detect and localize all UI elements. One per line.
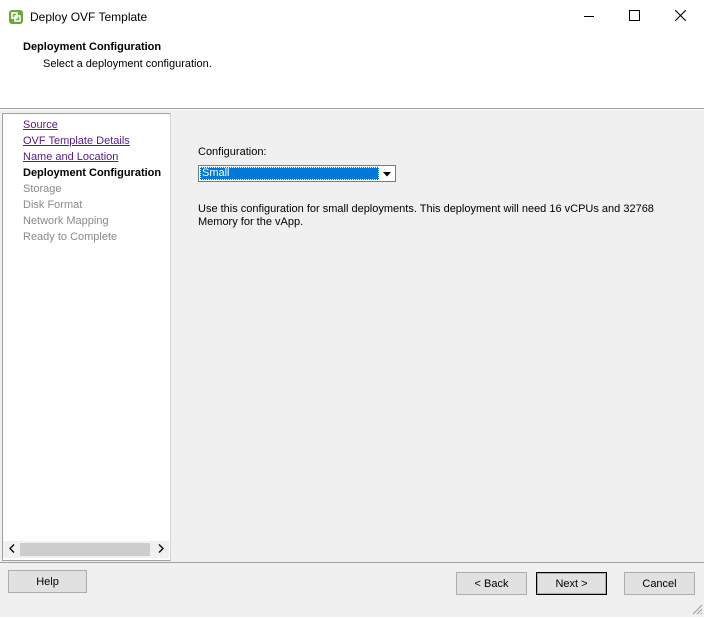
chevron-right-icon <box>158 543 164 556</box>
next-button[interactable]: Next > <box>536 572 607 595</box>
scroll-right-button[interactable] <box>152 541 169 558</box>
step-ovf-template-details[interactable]: OVF Template Details <box>23 133 170 149</box>
close-icon <box>674 9 686 24</box>
scrollbar-thumb[interactable] <box>20 543 150 556</box>
step-storage: Storage <box>23 183 62 195</box>
minimize-button[interactable] <box>566 0 612 34</box>
cancel-button[interactable]: Cancel <box>624 572 695 595</box>
step-deployment-configuration: Deployment Configuration <box>23 167 162 179</box>
step-source[interactable]: Source <box>23 117 170 133</box>
chevron-down-icon <box>383 168 391 180</box>
maximize-button[interactable] <box>611 0 657 34</box>
step-ready-to-complete: Ready to Complete <box>23 231 118 243</box>
minimize-icon <box>584 11 594 24</box>
vsphere-icon <box>8 9 24 25</box>
resize-grip-icon[interactable] <box>690 602 703 615</box>
page-subtitle: Select a deployment configuration. <box>43 58 212 70</box>
back-button[interactable]: < Back <box>456 572 527 595</box>
configuration-label: Configuration: <box>198 146 267 158</box>
title-bar: Deploy OVF Template <box>0 0 704 34</box>
maximize-icon <box>628 10 640 24</box>
step-disk-format: Disk Format <box>23 199 83 211</box>
step-network-mapping: Network Mapping <box>23 215 109 227</box>
wizard-step-list: Source OVF Template Details Name and Loc… <box>2 113 171 561</box>
dropdown-button[interactable] <box>380 167 394 180</box>
chevron-left-icon <box>8 543 15 556</box>
step-name-and-location[interactable]: Name and Location <box>23 149 170 165</box>
step-list-scrollbar[interactable] <box>3 541 169 558</box>
wizard-header: Deployment Configuration Select a deploy… <box>0 34 704 108</box>
configuration-description: Use this configuration for small deploym… <box>198 203 654 228</box>
close-button[interactable] <box>657 0 703 34</box>
configuration-selected-value: Small <box>200 167 379 180</box>
window-title: Deploy OVF Template <box>30 10 148 24</box>
scroll-left-button[interactable] <box>3 541 20 558</box>
page-title: Deployment Configuration <box>23 41 162 53</box>
configuration-select[interactable]: Small <box>198 165 396 182</box>
help-button[interactable]: Help <box>8 570 87 593</box>
